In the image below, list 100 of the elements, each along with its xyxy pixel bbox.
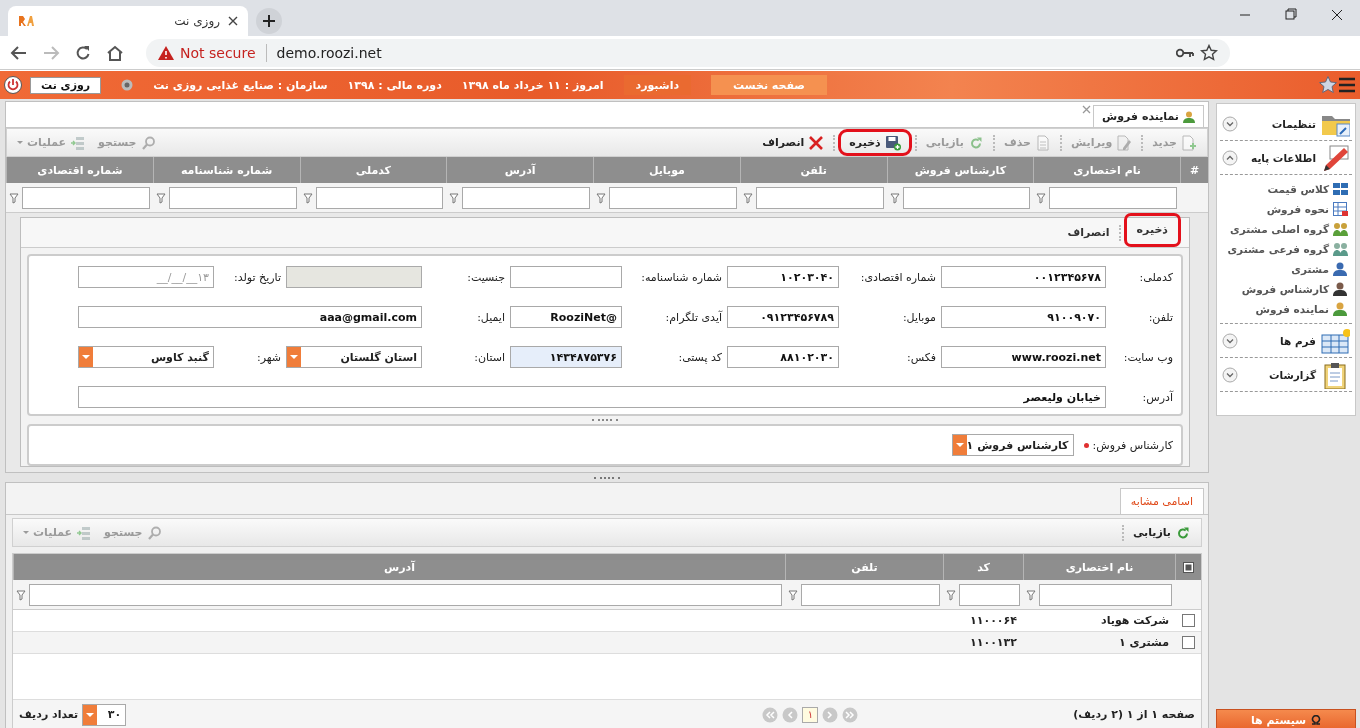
dropdown[interactable]: کارشناس فروش ۱ <box>951 434 1074 456</box>
filter-icon[interactable] <box>788 588 798 601</box>
key-icon[interactable] <box>1176 46 1194 59</box>
row-checkbox[interactable] <box>1182 636 1195 649</box>
filter-field[interactable] <box>1039 583 1172 606</box>
filter-field[interactable] <box>959 583 1020 606</box>
input-field[interactable]: ۱۰۲۰۳۰۴۰ <box>727 266 839 288</box>
sidebar-section[interactable]: فرم ها <box>1220 324 1352 358</box>
page-size-dropdown[interactable]: ۳۰ <box>82 703 127 726</box>
home-icon[interactable] <box>106 43 124 62</box>
people-icon <box>1333 242 1348 256</box>
address-bar[interactable]: Not secure demo.roozi.net <box>146 38 1230 67</box>
back-icon[interactable] <box>10 43 28 62</box>
sidebar-section[interactable]: گزارشات <box>1220 358 1352 392</box>
caret-icon <box>17 141 23 144</box>
filter-field[interactable] <box>29 583 782 606</box>
sidebar-item[interactable]: گروه فرعی مشتری <box>1220 239 1352 259</box>
reload-icon[interactable] <box>74 43 92 62</box>
filter-icon[interactable] <box>16 588 26 601</box>
filter-field[interactable] <box>168 186 297 209</box>
warning-icon <box>158 45 174 60</box>
page-size-label: تعداد ردیف <box>19 708 79 721</box>
field-label: آدرس: <box>1141 390 1173 404</box>
row-checkbox[interactable] <box>1182 614 1195 627</box>
sidebar-section[interactable]: تنظیمات <box>1220 107 1352 141</box>
filter-icon[interactable] <box>889 191 900 204</box>
caret-icon <box>955 442 964 448</box>
omega-icon <box>1311 715 1322 725</box>
chevron-down-icon <box>1222 332 1238 349</box>
sidebar-item[interactable]: نماینده فروش <box>1220 299 1352 319</box>
cancel-button[interactable]: انصراف <box>756 131 831 154</box>
document-plus-icon <box>1181 134 1197 151</box>
input-field[interactable]: ۱۳__/__/__ <box>78 266 214 288</box>
sidebar-section[interactable]: اطلاعات پایه <box>1220 141 1352 175</box>
dropdown[interactable]: گنبد کاوس <box>78 346 214 368</box>
sidebar-item[interactable]: کلاس قیمت <box>1220 179 1352 199</box>
filter-field[interactable] <box>315 186 444 209</box>
field-label: آیدی تلگرام: <box>664 310 722 324</box>
select-all-checkbox[interactable] <box>1183 561 1194 573</box>
sidebar-item[interactable]: کارشناس فروش <box>1220 279 1352 299</box>
input-field[interactable]: ۸۸۱۰۲۰۳۰ <box>727 346 839 368</box>
grip-icon[interactable] <box>592 475 622 480</box>
filter-field[interactable] <box>1049 186 1177 209</box>
star-icon[interactable] <box>1200 43 1218 62</box>
sidebar-item[interactable]: گروه اصلی مشتری <box>1220 219 1352 239</box>
filter-icon[interactable] <box>9 191 19 204</box>
input-field[interactable]: ۱۴۳۴۸۷۵۳۷۶ <box>510 346 622 368</box>
new-tab-icon[interactable] <box>256 8 282 34</box>
close-icon[interactable] <box>228 16 238 26</box>
save-icon <box>884 134 901 151</box>
input-field[interactable] <box>510 266 622 288</box>
power-icon[interactable] <box>4 76 22 94</box>
filter-icon[interactable] <box>946 588 956 601</box>
person-icon <box>1333 302 1348 316</box>
input-field[interactable]: aaa@gmail.com <box>78 306 422 328</box>
input-field[interactable]: @RooziNet <box>510 306 622 328</box>
filter-icon[interactable] <box>302 191 313 204</box>
filter-field[interactable] <box>902 186 1031 209</box>
input-field[interactable]: ۹۱۰۰۹۰۷۰ <box>941 306 1106 328</box>
filter-icon[interactable] <box>742 191 753 204</box>
url-text[interactable]: demo.roozi.net <box>276 44 1170 61</box>
save-button[interactable]: ذخیره <box>1123 212 1181 247</box>
forward-icon[interactable] <box>42 43 60 62</box>
field-label: ایمیل: <box>476 310 505 324</box>
filter-icon[interactable] <box>596 191 606 204</box>
filter-icon[interactable] <box>449 191 460 204</box>
filter-icon[interactable] <box>1036 191 1047 204</box>
input-field[interactable]: ۰۰۱۲۳۴۵۶۷۸ <box>941 266 1106 288</box>
cancel-button[interactable]: انصراف <box>1061 219 1116 246</box>
grip-icon[interactable] <box>590 418 620 422</box>
browser-tab[interactable]: روزی نت <box>8 6 248 36</box>
input-field[interactable]: www.roozi.net <box>941 346 1106 368</box>
search-icon <box>140 134 157 151</box>
star-icon[interactable] <box>1318 75 1338 95</box>
input-field[interactable]: ۰۹۱۲۳۴۵۶۷۸۹ <box>727 306 839 328</box>
header-info: سازمان : صنایع غذایی روزی نت <box>153 78 328 92</box>
security-label[interactable]: Not secure <box>180 44 256 61</box>
page-button[interactable]: ۱ <box>802 706 819 723</box>
pager-summary: صفحه ۱ از ۱ (۲ ردیف) <box>1073 708 1195 721</box>
field-label: وب سایت: <box>1122 350 1173 364</box>
field-label: کد پستی: <box>677 350 722 364</box>
menu-icon[interactable] <box>1338 77 1356 93</box>
panel-tab[interactable]: اسامی مشابه <box>1119 488 1204 514</box>
sidebar-item[interactable]: نحوه فروش <box>1220 199 1352 219</box>
panel-tab[interactable]: نماینده فروش <box>1093 105 1204 127</box>
sidebar-item[interactable]: مشتری <box>1220 259 1352 279</box>
list-arrow-icon <box>70 134 87 151</box>
filter-icon[interactable] <box>1026 588 1036 601</box>
refresh-button[interactable]: بازیابی <box>1126 521 1197 544</box>
dropdown[interactable]: استان گلستان <box>286 346 422 368</box>
filter-field[interactable] <box>22 186 150 209</box>
filter-field[interactable] <box>755 186 884 209</box>
chevron-down-icon <box>1222 115 1238 132</box>
filter-field[interactable] <box>462 186 590 209</box>
user-name: روزی نت <box>30 76 102 94</box>
filter-field[interactable] <box>609 186 737 209</box>
person-icon <box>1333 262 1348 276</box>
input-field[interactable]: خیابان ولیعصر <box>78 386 1106 408</box>
filter-field[interactable] <box>801 583 940 606</box>
filter-icon[interactable] <box>155 191 166 204</box>
